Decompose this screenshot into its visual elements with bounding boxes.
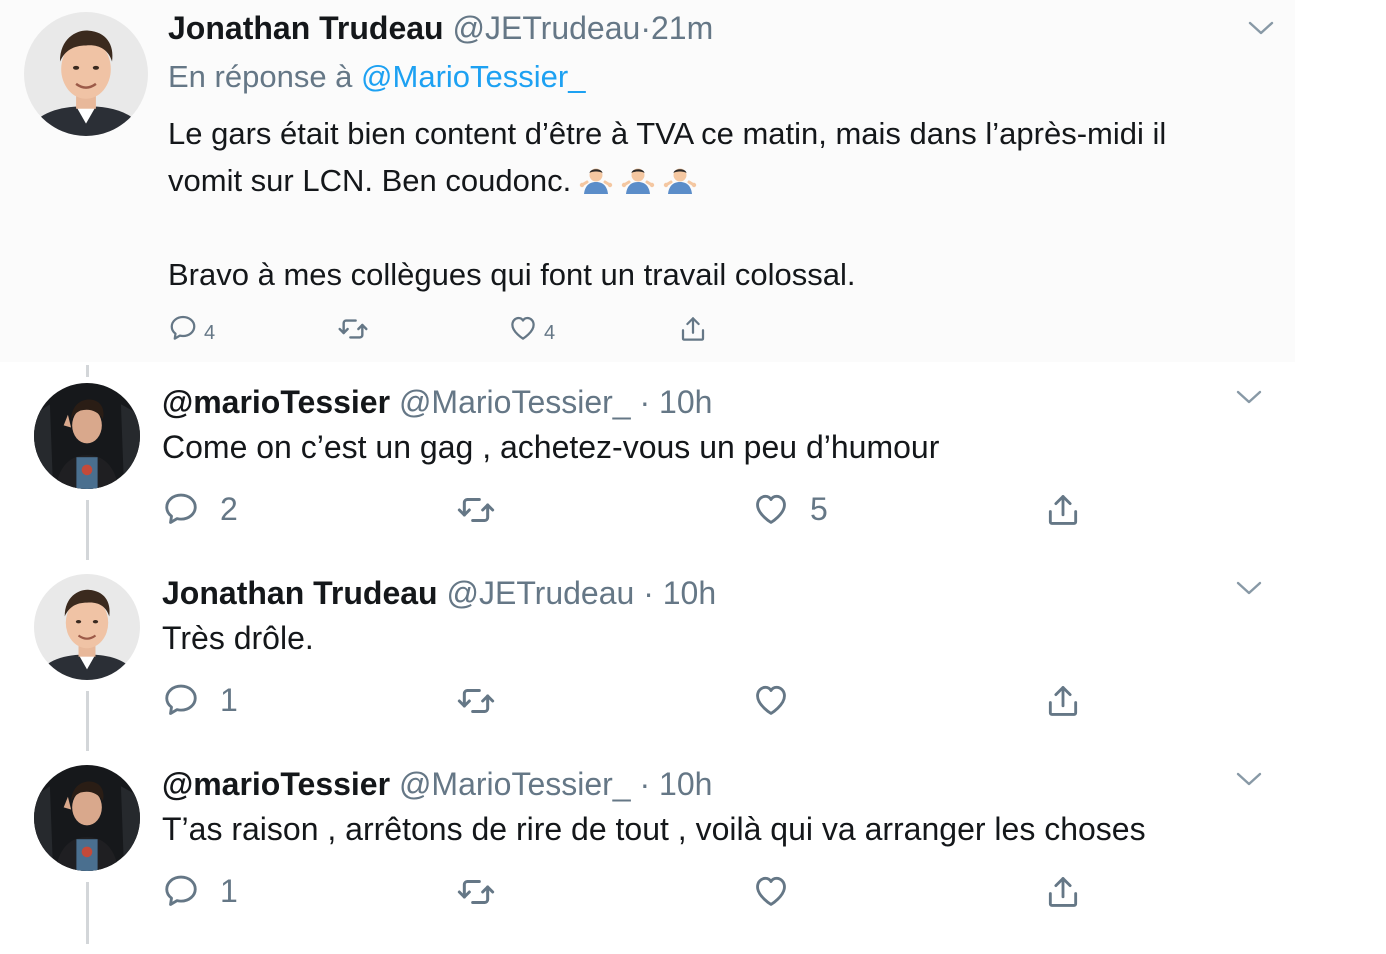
reply-button[interactable]: 1: [162, 681, 238, 719]
separator: ·: [639, 384, 651, 420]
tweet-text: Très drôle.: [162, 620, 314, 656]
shrug-emoji-icon: [579, 165, 613, 195]
thread-line: [86, 500, 89, 560]
like-icon: [752, 872, 790, 910]
author-name[interactable]: @marioTessier: [162, 384, 390, 420]
timestamp[interactable]: 10h: [659, 384, 712, 420]
reply-icon: [162, 872, 200, 910]
tweet-text-line: Le gars était bien content d’être à TVA …: [168, 116, 1167, 151]
author-handle[interactable]: @MarioTessier_: [399, 766, 631, 802]
reply-icon: [162, 490, 200, 528]
avatar[interactable]: [34, 574, 140, 680]
like-button[interactable]: 5: [752, 490, 828, 528]
avatar[interactable]: [34, 383, 140, 489]
tweet-text: Le gars était bien content d’être à TVA …: [168, 110, 1166, 298]
author-name[interactable]: @marioTessier: [162, 766, 390, 802]
reply-icon: [162, 681, 200, 719]
shrug-emoji-icon: [663, 165, 697, 195]
share-button[interactable]: [1044, 872, 1082, 912]
tweet-text: Come on c’est un gag , achetez-vous un p…: [162, 429, 940, 465]
reply-button[interactable]: 4: [168, 310, 215, 345]
separator: ·: [640, 10, 651, 46]
like-button[interactable]: [752, 872, 790, 910]
like-icon: [752, 681, 790, 719]
thread-line: [86, 882, 89, 944]
reply-prefix: En réponse à: [168, 59, 353, 94]
thread-line: [86, 365, 89, 377]
retweet-icon: [455, 681, 497, 721]
share-icon: [1044, 490, 1082, 530]
share-icon: [1044, 681, 1082, 721]
separator: ·: [643, 575, 654, 611]
author-name[interactable]: Jonathan Trudeau: [162, 575, 438, 611]
reply-context: En réponse à @MarioTessier_: [168, 57, 585, 97]
chevron-down-icon[interactable]: [1234, 769, 1264, 789]
like-icon: [752, 490, 790, 528]
reply-button[interactable]: 2: [162, 490, 238, 528]
reply-button[interactable]: 1: [162, 872, 238, 910]
chevron-down-icon[interactable]: [1246, 18, 1276, 38]
shrug-emoji-icon: [621, 165, 655, 195]
share-icon: [1044, 872, 1082, 912]
tweet-header: Jonathan Trudeau @JETrudeau·21m: [168, 8, 713, 48]
like-icon: [508, 313, 538, 343]
chevron-down-icon[interactable]: [1234, 578, 1264, 598]
reply-count: 1: [220, 872, 238, 909]
like-button[interactable]: 4: [508, 310, 555, 345]
share-icon: [678, 313, 708, 345]
reply-icon: [168, 313, 198, 343]
tweet-text-line: Bravo à mes collègues qui font un travai…: [168, 257, 856, 292]
share-button[interactable]: [1044, 490, 1082, 530]
tweet-text: T’as raison , arrêtons de rire de tout ,…: [162, 811, 1146, 847]
reply-count: 2: [220, 490, 238, 527]
tweet-text-line: vomit sur LCN. Ben coudonc.: [168, 157, 1166, 204]
timestamp[interactable]: 21m: [651, 10, 713, 46]
author-handle[interactable]: @MarioTessier_: [399, 384, 631, 420]
tweet-header: Jonathan Trudeau @JETrudeau · 10h: [162, 573, 716, 613]
share-button[interactable]: [1044, 681, 1082, 721]
reply-count: 1: [220, 681, 238, 718]
retweet-button[interactable]: [455, 490, 497, 530]
chevron-down-icon[interactable]: [1234, 387, 1264, 407]
like-count: 5: [810, 490, 828, 527]
author-handle[interactable]: @JETrudeau: [452, 10, 640, 46]
author-handle[interactable]: @JETrudeau: [446, 575, 634, 611]
retweet-button[interactable]: [455, 681, 497, 721]
retweet-icon: [337, 313, 369, 345]
tweet-header: @marioTessier @MarioTessier_ · 10h: [162, 382, 712, 422]
separator: ·: [639, 766, 651, 802]
thread-line: [86, 691, 89, 751]
tweet-header: @marioTessier @MarioTessier_ · 10h: [162, 764, 712, 804]
timestamp[interactable]: 10h: [663, 575, 716, 611]
retweet-button[interactable]: [337, 313, 369, 345]
retweet-button[interactable]: [455, 872, 497, 912]
retweet-icon: [455, 490, 497, 530]
retweet-icon: [455, 872, 497, 912]
like-button[interactable]: [752, 681, 790, 719]
like-count: 4: [544, 322, 556, 344]
share-button[interactable]: [678, 313, 708, 345]
avatar[interactable]: [24, 12, 148, 136]
timestamp[interactable]: 10h: [659, 766, 712, 802]
author-name[interactable]: Jonathan Trudeau: [168, 10, 444, 46]
avatar[interactable]: [34, 765, 140, 871]
reply-mention-link[interactable]: @MarioTessier_: [361, 59, 585, 94]
reply-count: 4: [204, 322, 216, 344]
